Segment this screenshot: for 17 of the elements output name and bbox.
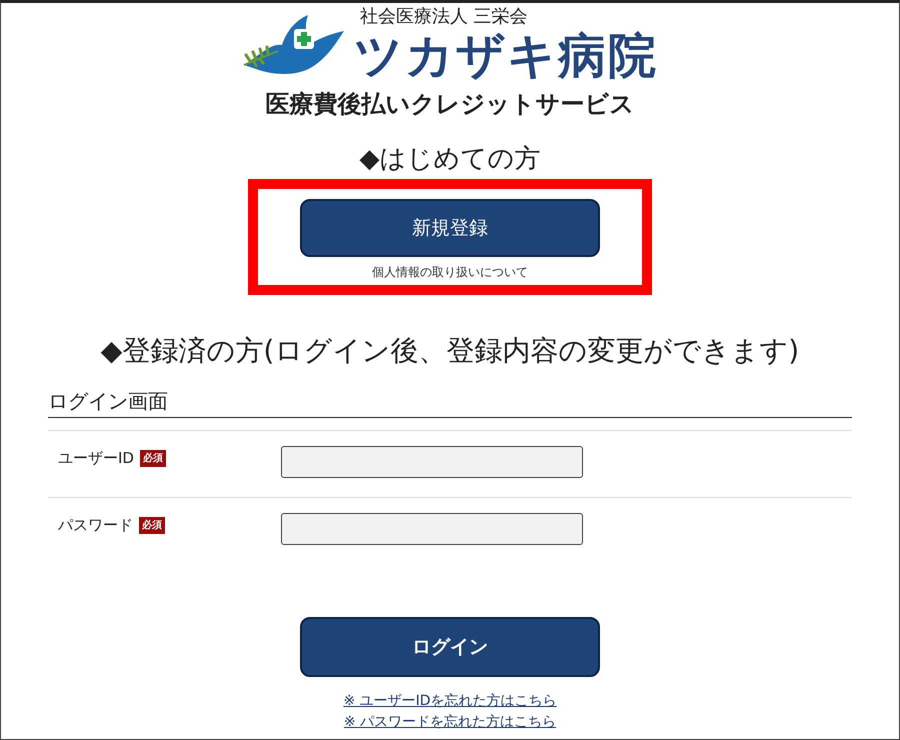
service-name: 医療費後払いクレジットサービス [266,89,634,120]
form-title: ログイン画面 [48,389,168,413]
required-badge: 必須 [140,450,166,467]
login-button[interactable]: ログイン [300,617,600,677]
input-field[interactable] [281,446,583,478]
field-label: パスワード [58,515,133,536]
section-heading: ◆はじめての方 [360,143,540,175]
privacy-link[interactable]: 個人情報の取り扱いについて [372,263,528,281]
register-button[interactable]: 新規登録 [300,199,600,257]
organization-name: 社会医療法人 三栄会 [360,7,528,27]
forgot-link[interactable]: ※ パスワードを忘れた方はこちら [344,712,556,733]
field-label: ユーザーID [58,448,134,469]
hospital-name: ツカザキ病院 [354,27,658,85]
required-badge: 必須 [139,516,165,534]
section-heading: ◆登録済の方(ログイン後、登録内容の変更ができます) [100,333,800,369]
input-field[interactable] [281,513,583,545]
forgot-link[interactable]: ※ ユーザーIDを忘れた方はこちら [343,691,557,712]
